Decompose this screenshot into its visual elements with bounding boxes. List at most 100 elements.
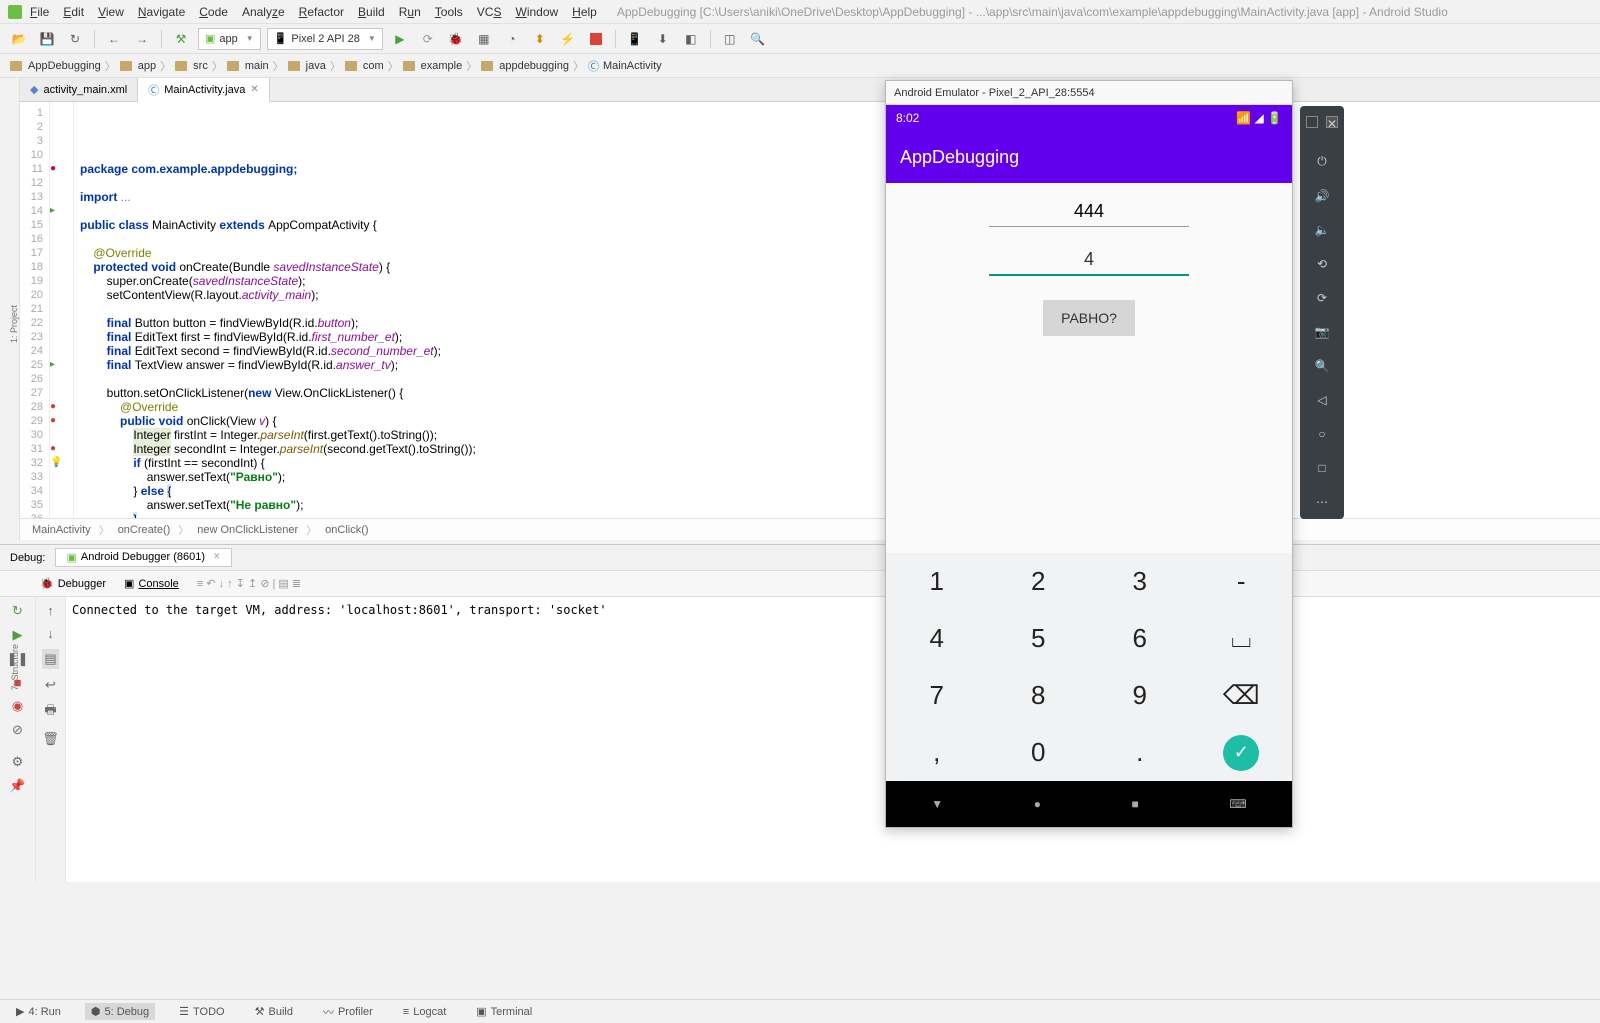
nav-back-icon[interactable]: ▼ bbox=[931, 797, 943, 811]
close-icon[interactable]: ✕ bbox=[250, 84, 258, 95]
run-icon[interactable]: ▶ bbox=[389, 28, 411, 50]
tool-project[interactable]: 1: Project bbox=[9, 305, 19, 343]
tool-debug[interactable]: ⬢5: Debug bbox=[85, 1003, 155, 1020]
key-space[interactable]: ⌴ bbox=[1231, 623, 1252, 655]
tab-activity-main-xml[interactable]: ◆ activity_main.xml bbox=[20, 78, 138, 101]
up-icon[interactable]: ↑ bbox=[47, 603, 54, 618]
tab-debugger[interactable]: 🐞Debugger bbox=[36, 577, 110, 590]
code-area[interactable]: package com.example.appdebugging; import… bbox=[74, 102, 1600, 518]
zoom-icon[interactable]: 🔍 bbox=[1315, 359, 1330, 373]
mute-breakpoints-icon[interactable]: ⊘ bbox=[12, 722, 23, 738]
volume-up-icon[interactable]: 🔊 bbox=[1315, 189, 1330, 203]
console-output[interactable]: Connected to the target VM, address: 'lo… bbox=[66, 597, 1600, 882]
wrap-icon[interactable]: ↩ bbox=[45, 677, 56, 693]
filter-icon[interactable]: ▤ bbox=[42, 649, 58, 669]
search-icon[interactable]: 🔍 bbox=[747, 28, 769, 50]
stop-button[interactable] bbox=[585, 28, 607, 50]
back-icon[interactable]: ← bbox=[103, 28, 125, 50]
key-1[interactable]: 1 bbox=[930, 566, 944, 597]
tab-mainactivity-java[interactable]: Ⓒ MainActivity.java ✕ bbox=[138, 78, 270, 102]
attach-debugger-icon[interactable]: ⬍ bbox=[529, 28, 551, 50]
key-comma[interactable]: , bbox=[933, 737, 940, 768]
key-3[interactable]: 3 bbox=[1133, 566, 1147, 597]
forward-icon[interactable]: → bbox=[131, 28, 153, 50]
crumb[interactable]: appdebugging bbox=[499, 60, 569, 72]
tool-terminal[interactable]: ▣Terminal bbox=[470, 1003, 538, 1020]
crumb[interactable]: new OnClickListener bbox=[197, 524, 298, 536]
equals-button[interactable]: РАВНО? bbox=[1043, 300, 1135, 336]
menu-vcs[interactable]: VCS bbox=[477, 5, 502, 19]
resource-icon[interactable]: ◧ bbox=[680, 28, 702, 50]
rotate-left-icon[interactable]: ⟲ bbox=[1317, 257, 1327, 271]
home-icon[interactable]: ○ bbox=[1318, 427, 1325, 441]
apply-code-icon[interactable]: ⚡ bbox=[557, 28, 579, 50]
crumb[interactable]: main bbox=[245, 60, 269, 72]
key-dot[interactable]: . bbox=[1136, 737, 1143, 768]
crumb[interactable]: onCreate() bbox=[118, 524, 171, 536]
settings-icon[interactable]: ⚙ bbox=[12, 754, 24, 770]
down-icon[interactable]: ↓ bbox=[47, 626, 54, 641]
menu-tools[interactable]: Tools bbox=[435, 5, 463, 19]
tool-structure[interactable]: 7: Structure bbox=[10, 644, 20, 691]
volume-down-icon[interactable]: 🔈 bbox=[1315, 223, 1330, 237]
make-icon[interactable]: ⚒ bbox=[170, 28, 192, 50]
more-icon[interactable]: ⋯ bbox=[1316, 495, 1328, 509]
nav-recent-icon[interactable]: ■ bbox=[1132, 797, 1139, 811]
breakpoint-gutter[interactable]: ● ▸ ▸ ● ● ● 💡 bbox=[50, 102, 74, 518]
coverage-icon[interactable]: ▦ bbox=[473, 28, 495, 50]
sdk-icon[interactable]: ⬇ bbox=[652, 28, 674, 50]
run-config-combo[interactable]: ▣ app ▼ bbox=[198, 28, 261, 50]
apply-changes-icon[interactable]: ⟳ bbox=[417, 28, 439, 50]
crumb[interactable]: example bbox=[421, 60, 463, 72]
crumb[interactable]: src bbox=[193, 60, 208, 72]
crumb[interactable]: java bbox=[306, 60, 326, 72]
menu-build[interactable]: Build bbox=[358, 5, 385, 19]
close-icon[interactable]: ✕ bbox=[1326, 116, 1338, 128]
save-icon[interactable]: 💾 bbox=[36, 28, 58, 50]
view-breakpoints-icon[interactable]: ◉ bbox=[12, 698, 23, 714]
key-8[interactable]: 8 bbox=[1031, 680, 1045, 711]
crumb[interactable]: onClick() bbox=[325, 524, 368, 536]
first-number-input[interactable]: 444 bbox=[989, 197, 1189, 227]
sync-icon[interactable]: ↻ bbox=[64, 28, 86, 50]
key-6[interactable]: 6 bbox=[1133, 623, 1147, 654]
key-backspace[interactable]: ⌫ bbox=[1223, 680, 1260, 711]
debug-icon[interactable]: 🐞 bbox=[445, 28, 467, 50]
menu-code[interactable]: Code bbox=[199, 5, 228, 19]
back-icon[interactable]: ◁ bbox=[1317, 393, 1326, 407]
pin-icon[interactable]: 📌 bbox=[9, 778, 25, 794]
crumb[interactable]: app bbox=[138, 60, 156, 72]
key-0[interactable]: 0 bbox=[1031, 737, 1045, 768]
menu-run[interactable]: Run bbox=[399, 5, 421, 19]
tool-todo[interactable]: ☰TODO bbox=[173, 1003, 230, 1020]
menu-window[interactable]: Window bbox=[515, 5, 558, 19]
code-editor[interactable]: 1 2 3 10 11 12 13 14 15 16 17 18 19 20 2… bbox=[20, 102, 1600, 518]
layout-inspector-icon[interactable]: ◫ bbox=[719, 28, 741, 50]
tool-profiler[interactable]: 〰Profiler bbox=[317, 1002, 379, 1022]
crumb[interactable]: MainActivity bbox=[32, 524, 91, 536]
key-minus[interactable]: - bbox=[1237, 566, 1246, 597]
menu-navigate[interactable]: Navigate bbox=[138, 5, 185, 19]
crumb[interactable]: MainActivity bbox=[603, 60, 662, 72]
menu-refactor[interactable]: Refactor bbox=[299, 5, 344, 19]
key-2[interactable]: 2 bbox=[1031, 566, 1045, 597]
profile-icon[interactable]: ◔ bbox=[501, 28, 523, 50]
nav-home-icon[interactable]: ● bbox=[1034, 797, 1041, 811]
open-icon[interactable]: 📂 bbox=[8, 28, 30, 50]
minimize-icon[interactable] bbox=[1306, 116, 1318, 128]
second-number-input[interactable]: 4 bbox=[989, 245, 1189, 276]
menu-edit[interactable]: Edit bbox=[63, 5, 84, 19]
key-9[interactable]: 9 bbox=[1133, 680, 1147, 711]
key-7[interactable]: 7 bbox=[930, 680, 944, 711]
tool-build[interactable]: ⚒Build bbox=[249, 1003, 299, 1020]
menu-view[interactable]: View bbox=[98, 5, 124, 19]
menu-file[interactable]: File bbox=[30, 5, 49, 19]
key-4[interactable]: 4 bbox=[930, 623, 944, 654]
clear-icon[interactable]: 🗑 bbox=[42, 731, 59, 747]
key-5[interactable]: 5 bbox=[1031, 623, 1045, 654]
tool-run[interactable]: ▶4: Run bbox=[10, 1003, 67, 1020]
print-icon[interactable]: 🖶 bbox=[44, 701, 56, 723]
tab-console[interactable]: ▣Console bbox=[120, 577, 183, 590]
power-icon[interactable]: ⏻ bbox=[1317, 154, 1327, 169]
avd-icon[interactable]: 📱 bbox=[624, 28, 646, 50]
